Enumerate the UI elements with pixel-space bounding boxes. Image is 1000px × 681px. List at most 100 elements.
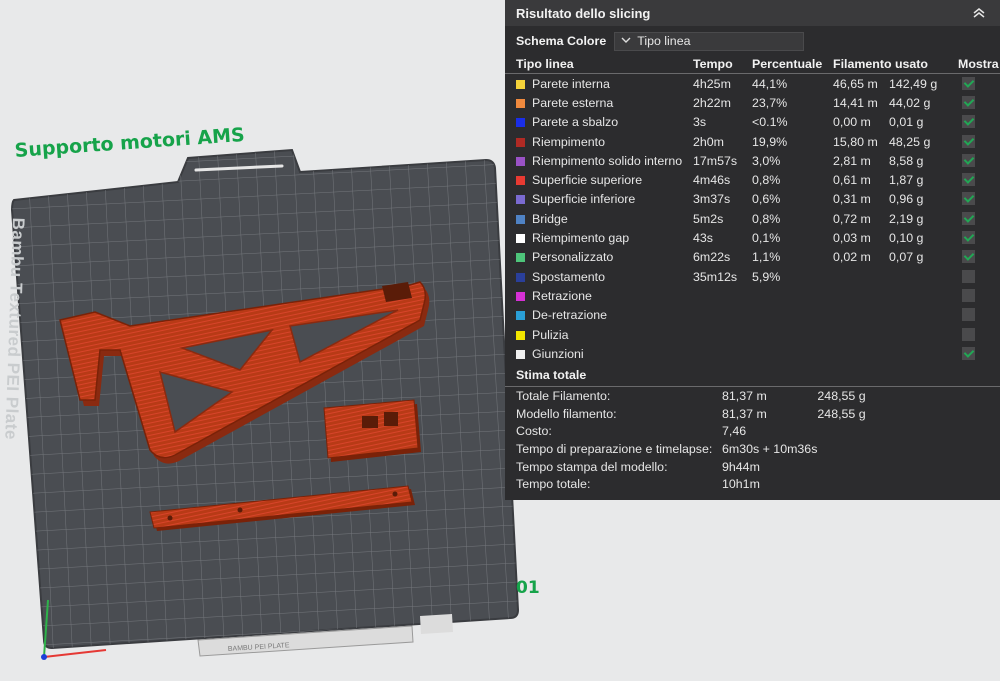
color-scheme-row: Schema Colore Tipo linea — [505, 26, 1000, 53]
color-swatch — [516, 137, 525, 147]
slicing-result-panel: Risultato dello slicing Schema Colore Ti… — [505, 0, 1000, 500]
line-type-weight: 44,02 g — [889, 95, 931, 110]
line-type-length: 0,00 m — [833, 115, 871, 130]
chevron-down-icon — [621, 36, 631, 47]
estimate-row: Totale Filamento: 81,37 m 248,55 g — [505, 387, 1000, 405]
line-type-weight: 0,07 g — [889, 250, 924, 265]
show-checkbox[interactable] — [962, 115, 975, 129]
line-type-length: 15,80 m — [833, 134, 878, 149]
estimate-value: 7,46 — [722, 424, 747, 439]
line-type-table: Tipo linea Tempo Percentuale Filamento u… — [505, 55, 1000, 363]
plate-number-label[interactable]: 01 — [516, 578, 540, 598]
estimate-label: Totale Filamento: — [516, 389, 611, 404]
line-type-weight: 48,25 g — [889, 134, 931, 149]
estimate-value-secondary: 248,55 g — [817, 406, 866, 421]
line-type-percent — [752, 286, 833, 305]
estimate-value: 81,37 m — [722, 406, 767, 421]
header-percent: Percentuale — [752, 57, 823, 71]
line-type-percent: 0,6% — [752, 192, 781, 207]
show-checkbox[interactable] — [962, 269, 975, 283]
show-checkbox[interactable] — [962, 134, 975, 148]
show-checkbox[interactable] — [962, 153, 975, 167]
show-checkbox[interactable] — [962, 346, 975, 360]
line-type-time — [693, 306, 752, 325]
line-type-name: Parete esterna — [516, 93, 693, 112]
line-type-percent: 19,9% — [752, 134, 788, 149]
line-type-time — [693, 344, 752, 363]
line-type-row: Spostamento 35m12s 5,9% — [505, 267, 1000, 286]
line-type-label: Parete esterna — [532, 95, 614, 110]
show-checkbox[interactable] — [962, 95, 975, 109]
line-type-time — [693, 325, 752, 344]
line-type-weight — [889, 267, 958, 286]
panel-header[interactable]: Risultato dello slicing — [505, 0, 1000, 26]
line-type-label: Riempimento gap — [532, 231, 630, 246]
show-checkbox[interactable] — [962, 173, 975, 187]
line-type-time: 43s — [693, 231, 713, 246]
color-swatch — [516, 253, 525, 263]
line-type-name: Pulizia — [516, 325, 693, 344]
line-type-length — [833, 267, 889, 286]
line-type-label: Superficie superiore — [532, 173, 643, 188]
line-type-name: Spostamento — [516, 267, 693, 286]
color-scheme-value: Tipo linea — [637, 34, 691, 48]
line-type-row: Pulizia — [505, 325, 1000, 344]
estimate-rows: Totale Filamento: 81,37 m 248,55 g Modello … — [505, 387, 1000, 493]
line-type-row: Giunzioni — [505, 344, 1000, 363]
line-type-weight — [889, 286, 958, 305]
line-type-percent: 23,7% — [752, 95, 788, 110]
line-type-label: Giunzioni — [532, 346, 584, 361]
line-type-name: Superficie inferiore — [516, 190, 693, 209]
show-checkbox[interactable] — [962, 288, 975, 302]
line-type-rows: Parete interna 4h25m 44,1% 46,65 m 142,49 gP… — [505, 74, 1000, 364]
color-swatch — [516, 291, 525, 301]
show-checkbox[interactable] — [962, 76, 975, 90]
line-type-length: 0,31 m — [833, 192, 871, 207]
estimate-value-secondary — [817, 475, 1000, 493]
line-type-length — [833, 325, 889, 344]
line-type-percent: <0.1% — [752, 115, 788, 130]
line-type-label: Parete interna — [532, 76, 610, 91]
line-type-label: Bridge — [532, 211, 568, 226]
line-type-weight — [889, 325, 958, 344]
header-show: Mostra — [958, 57, 999, 71]
estimate-label: Modello filamento: — [516, 406, 617, 421]
show-checkbox[interactable] — [962, 211, 975, 225]
model-small-plate[interactable] — [323, 399, 421, 462]
show-checkbox[interactable] — [962, 231, 975, 245]
line-type-label: Parete a sbalzo — [532, 115, 619, 130]
line-type-weight — [889, 344, 958, 363]
line-type-time: 2h22m — [693, 95, 731, 110]
show-checkbox[interactable] — [962, 192, 975, 206]
estimate-label: Tempo di preparazione e timelapse: — [516, 442, 713, 457]
line-type-length — [833, 306, 889, 325]
color-swatch — [516, 79, 525, 89]
line-type-label: Riempimento — [532, 134, 605, 149]
line-type-length — [833, 286, 889, 305]
show-checkbox[interactable] — [962, 250, 975, 264]
line-type-name: Personalizzato — [516, 248, 693, 267]
line-type-time: 3s — [693, 115, 707, 130]
color-swatch — [516, 118, 525, 128]
line-type-name: Retrazione — [516, 286, 693, 305]
panel-title: Risultato dello slicing — [516, 5, 651, 21]
line-type-row: Superficie inferiore 3m37s 0,6% 0,31 m 0,96 … — [505, 190, 1000, 209]
header-time: Tempo — [693, 57, 733, 71]
line-type-length — [833, 344, 889, 363]
line-type-percent — [752, 325, 833, 344]
line-type-label: Pulizia — [532, 327, 569, 342]
line-type-row: Parete interna 4h25m 44,1% 46,65 m 142,49 g — [505, 74, 1000, 94]
line-type-name: Parete interna — [516, 74, 693, 94]
estimate-value: 10h1m — [722, 477, 760, 492]
show-checkbox[interactable] — [962, 327, 975, 341]
estimate-table: Totale Filamento: 81,37 m 248,55 g Modello … — [505, 387, 1000, 493]
estimate-value-secondary — [817, 423, 1000, 441]
color-scheme-select[interactable]: Tipo linea — [614, 31, 805, 51]
show-checkbox[interactable] — [962, 308, 975, 322]
line-type-time: 2h0m — [693, 134, 724, 149]
double-chevron-up-icon[interactable] — [969, 3, 989, 23]
line-type-name: Superficie superiore — [516, 170, 693, 189]
line-type-percent: 44,1% — [752, 76, 788, 91]
line-type-name: De-retrazione — [516, 306, 693, 325]
line-type-length: 2,81 m — [833, 153, 871, 168]
